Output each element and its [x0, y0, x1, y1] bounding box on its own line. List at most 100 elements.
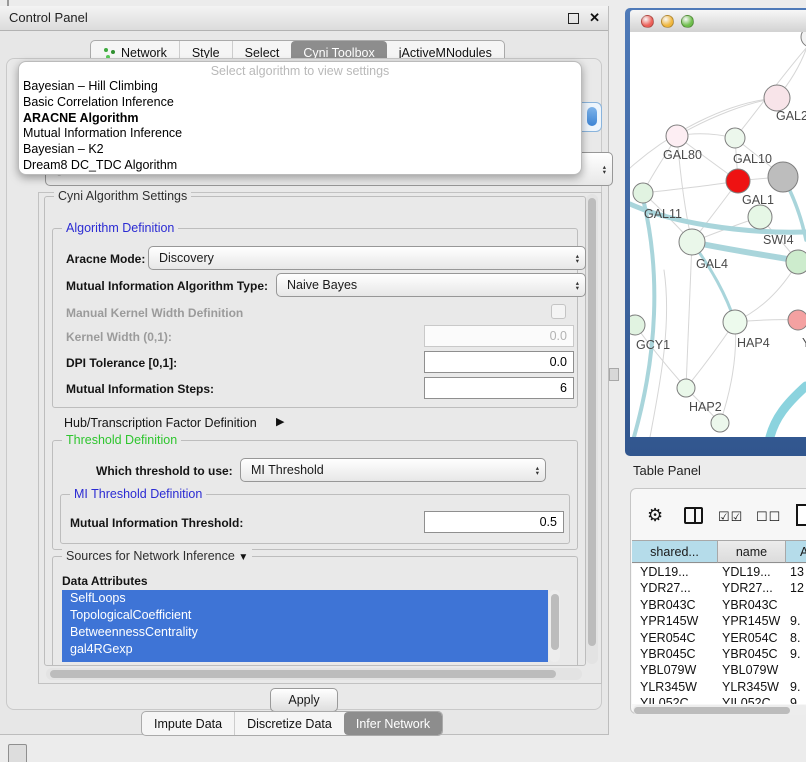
table-cell[interactable]: YER054C: [718, 630, 786, 646]
table-row[interactable]: YLR345WYLR345W9.: [632, 679, 806, 695]
network-view-window[interactable]: GAL2GAL80GAL10GAL1GAL11SWI4GAL4GCY1HAP4Y…: [625, 8, 806, 456]
mac-minimize-icon[interactable]: [661, 15, 674, 28]
collapse-arrow-icon[interactable]: ▼: [238, 552, 248, 563]
network-node-gal10[interactable]: [725, 128, 745, 148]
new-table-icon[interactable]: [796, 504, 806, 526]
network-node-y[interactable]: [788, 310, 806, 330]
manual-kernel-width-checkbox[interactable]: [551, 304, 566, 319]
table-cell[interactable]: YBR043C: [632, 597, 718, 613]
data-attribute-item[interactable]: BetweennessCentrality: [62, 624, 548, 641]
tab-infer-network[interactable]: Infer Network: [344, 712, 442, 735]
attributes-scrollbar[interactable]: [549, 590, 560, 662]
table-cell[interactable]: [786, 597, 806, 613]
table-cell[interactable]: [786, 662, 806, 678]
settings-vertical-scrollbar[interactable]: [586, 194, 598, 664]
close-panel-icon[interactable]: ✕: [589, 10, 600, 26]
table-row[interactable]: YDL19...YDL19...13: [632, 564, 806, 580]
apply-button[interactable]: Apply: [270, 688, 338, 712]
float-window-icon[interactable]: [568, 13, 579, 24]
network-node-gal1[interactable]: [726, 169, 750, 193]
network-node-hap4[interactable]: [723, 310, 747, 334]
network-graph[interactable]: GAL2GAL80GAL10GAL1GAL11SWI4GAL4GCY1HAP4Y…: [630, 32, 806, 437]
network-node[interactable]: [786, 250, 806, 274]
column-header-next[interactable]: A: [786, 540, 806, 563]
table-row[interactable]: YPR145WYPR145W9.: [632, 613, 806, 629]
table-cell[interactable]: YDL19...: [718, 564, 786, 580]
table-row[interactable]: YDR27...YDR27...12: [632, 580, 806, 596]
dpi-tolerance-field[interactable]: [424, 351, 574, 373]
algorithm-option[interactable]: Dream8 DC_TDC Algorithm: [19, 158, 581, 174]
network-node-gal80[interactable]: [666, 125, 688, 147]
select-all-checkboxes-icon[interactable]: ☑☑: [718, 509, 743, 525]
data-attribute-item[interactable]: gal4RGexp: [62, 641, 548, 658]
network-node-gal4[interactable]: [679, 229, 705, 255]
tab-impute-data[interactable]: Impute Data: [142, 712, 234, 735]
table-cell[interactable]: YBL079W: [632, 662, 718, 678]
network-node-swi4[interactable]: [748, 205, 772, 229]
table-row[interactable]: YER054CYER054C8.: [632, 630, 806, 646]
which-threshold-combobox[interactable]: MI Threshold ▴▾: [240, 458, 546, 482]
table-cell[interactable]: 9.: [786, 646, 806, 662]
table-cell[interactable]: 13: [786, 564, 806, 580]
network-window-titlebar[interactable]: [630, 10, 806, 33]
network-node-hap2[interactable]: [677, 379, 695, 397]
aracne-mode-combobox[interactable]: Discovery ▴▾: [148, 246, 586, 270]
minimized-panel-icon[interactable]: [8, 744, 27, 762]
network-node[interactable]: [801, 32, 806, 47]
kernel-width-field[interactable]: [424, 325, 574, 347]
network-node-gal11[interactable]: [633, 183, 653, 203]
mi-steps-field[interactable]: [424, 377, 574, 399]
algorithm-option[interactable]: Mutual Information Inference: [19, 126, 581, 142]
splitpane-handle[interactable]: [609, 368, 619, 381]
network-node[interactable]: [768, 162, 798, 192]
network-canvas[interactable]: GAL2GAL80GAL10GAL1GAL11SWI4GAL4GCY1HAP4Y…: [630, 32, 806, 437]
algorithm-option[interactable]: ARACNE Algorithm: [19, 111, 581, 127]
table-row[interactable]: YBR045CYBR045C9.: [632, 646, 806, 662]
mi-algorithm-type-combobox[interactable]: Naive Bayes ▴▾: [276, 273, 586, 297]
column-header-shared-name[interactable]: shared...: [632, 540, 718, 563]
table-cell[interactable]: YER054C: [632, 630, 718, 646]
mac-zoom-icon[interactable]: [681, 15, 694, 28]
table-cell[interactable]: 9.: [786, 695, 806, 704]
expand-arrow-icon[interactable]: ▶: [276, 415, 284, 428]
algorithm-combobox-fragment[interactable]: [581, 102, 602, 132]
table-cell[interactable]: YPR145W: [632, 613, 718, 629]
table-cell[interactable]: YLR345W: [718, 679, 786, 695]
table-cell[interactable]: YBR045C: [632, 646, 718, 662]
table-cell[interactable]: YBR043C: [718, 597, 786, 613]
table-cell[interactable]: 9.: [786, 679, 806, 695]
split-panel-icon[interactable]: [684, 507, 703, 524]
tab-discretize-data[interactable]: Discretize Data: [234, 712, 344, 735]
column-header-name[interactable]: name: [718, 540, 786, 563]
settings-horizontal-scrollbar[interactable]: [46, 668, 582, 680]
table-cell[interactable]: YIL052C: [718, 695, 786, 704]
table-cell[interactable]: 8.: [786, 630, 806, 646]
mi-threshold-field[interactable]: [424, 511, 564, 533]
table-cell[interactable]: YDL19...: [632, 564, 718, 580]
deselect-all-checkboxes-icon[interactable]: ☐☐: [756, 509, 781, 525]
hub-definition-label[interactable]: Hub/Transcription Factor Definition: [64, 416, 257, 430]
data-attribute-item[interactable]: SelfLoops: [62, 590, 548, 607]
table-cell[interactable]: YDR27...: [632, 580, 718, 596]
network-node-gcy1[interactable]: [630, 315, 645, 335]
algorithm-option[interactable]: Bayesian – Hill Climbing: [19, 79, 581, 95]
algorithm-option[interactable]: Bayesian – K2: [19, 142, 581, 158]
table-cell[interactable]: YBL079W: [718, 662, 786, 678]
data-attribute-item[interactable]: TopologicalCoefficient: [62, 607, 548, 624]
table-cell[interactable]: YBR045C: [718, 646, 786, 662]
table-cell[interactable]: YIL052C: [632, 695, 718, 704]
network-node[interactable]: [711, 414, 729, 432]
table-row[interactable]: YBL079WYBL079W: [632, 662, 806, 678]
table-cell[interactable]: 12: [786, 580, 806, 596]
table-cell[interactable]: YPR145W: [718, 613, 786, 629]
table-horizontal-scrollbar[interactable]: [633, 705, 806, 715]
table-cell[interactable]: YLR345W: [632, 679, 718, 695]
table-row[interactable]: YBR043CYBR043C: [632, 597, 806, 613]
network-node-gal2[interactable]: [764, 85, 790, 111]
table-row[interactable]: YIL052CYIL052C9.: [632, 695, 806, 704]
mac-close-icon[interactable]: [641, 15, 654, 28]
algorithm-option[interactable]: Basic Correlation Inference: [19, 95, 581, 111]
table-cell[interactable]: YDR27...: [718, 580, 786, 596]
table-cell[interactable]: 9.: [786, 613, 806, 629]
settings-gear-icon[interactable]: ⚙: [647, 505, 663, 526]
